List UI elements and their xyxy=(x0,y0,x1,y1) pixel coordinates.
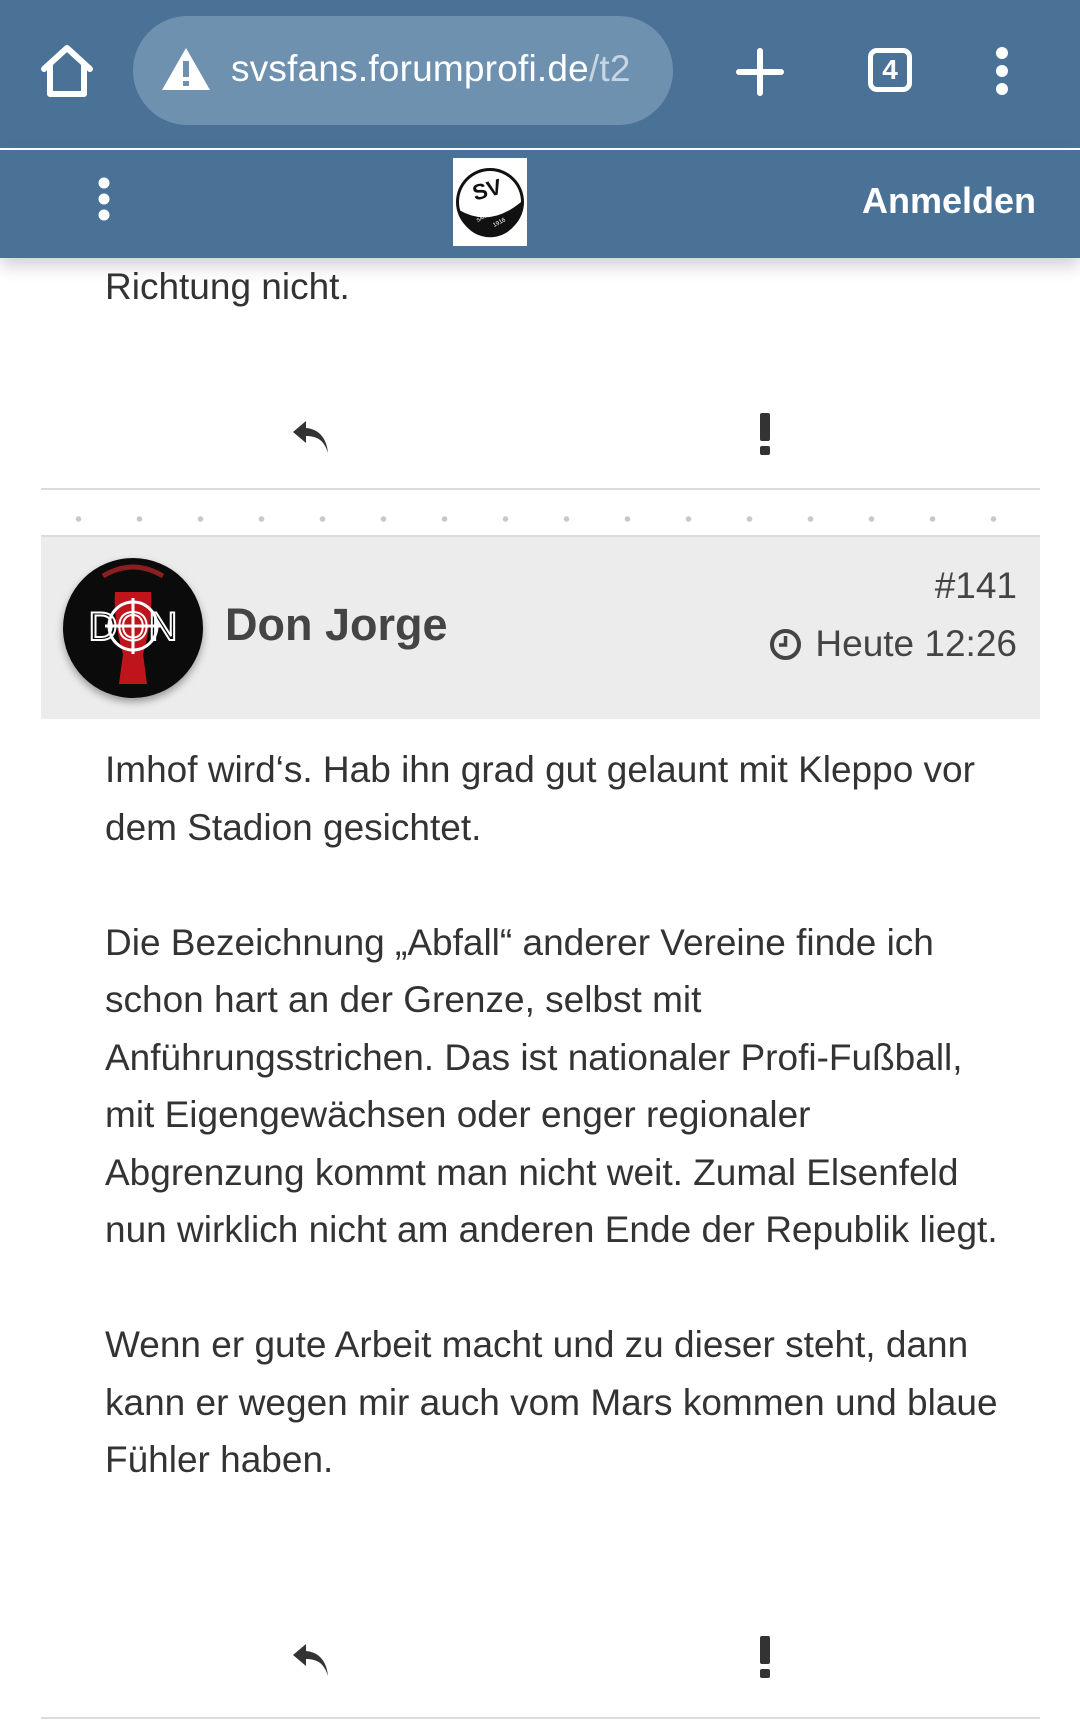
login-button[interactable]: Anmelden xyxy=(862,180,1036,222)
avatar-text: DON xyxy=(89,605,178,649)
previous-post-text: Richtung nicht. xyxy=(105,266,350,307)
url-text: svsfans.forumprofi.de/t2 xyxy=(231,48,631,90)
club-logo[interactable]: SV SANDHAUSEN 1916 xyxy=(453,158,527,246)
tab-count: 4 xyxy=(882,54,898,85)
post-number[interactable]: #141 xyxy=(935,565,1017,607)
tab-switcher-button[interactable]: 4 xyxy=(868,48,912,92)
reply-icon[interactable] xyxy=(290,1640,332,1680)
author-name[interactable]: Don Jorge xyxy=(225,599,448,651)
post-body: Imhof wird‘s. Hab ihn grad gut gelaunt m… xyxy=(105,741,1005,1546)
address-bar[interactable]: svsfans.forumprofi.de/t2 xyxy=(133,16,673,125)
new-tab-icon[interactable] xyxy=(735,47,785,97)
forum-header: SV SANDHAUSEN 1916 Anmelden xyxy=(0,150,1080,258)
post-header: DON Don Jorge #141 Heute 12:26 xyxy=(41,535,1040,719)
post-paragraph: Die Bezeichnung „Abfall“ anderer Vereine… xyxy=(105,921,998,1251)
avatar[interactable]: DON xyxy=(63,558,203,698)
report-icon[interactable] xyxy=(757,1634,773,1680)
post-actions xyxy=(41,1628,1040,1698)
browser-menu-icon[interactable] xyxy=(990,46,1014,96)
post-divider xyxy=(41,1717,1040,1719)
post-paragraph: Wenn er gute Arbeit macht und zu dieser … xyxy=(105,1324,998,1480)
post-paragraph: Imhof wird‘s. Hab ihn grad gut gelaunt m… xyxy=(105,749,975,848)
post-divider xyxy=(41,488,1040,490)
reply-icon[interactable] xyxy=(290,417,332,457)
home-icon[interactable] xyxy=(38,42,96,100)
forum-menu-icon[interactable] xyxy=(92,176,116,222)
url-domain: svsfans.forumprofi.de xyxy=(231,48,589,89)
previous-post-actions xyxy=(41,405,1040,475)
warning-icon[interactable] xyxy=(160,46,212,92)
post-time: Heute 12:26 xyxy=(769,623,1017,665)
clock-icon xyxy=(770,628,802,660)
browser-toolbar: svsfans.forumprofi.de/t2 4 xyxy=(0,0,1080,148)
url-path: /t2 xyxy=(588,48,631,89)
post-time-text: Heute 12:26 xyxy=(815,623,1017,664)
report-icon[interactable] xyxy=(757,411,773,457)
dotted-separator xyxy=(41,516,1040,522)
